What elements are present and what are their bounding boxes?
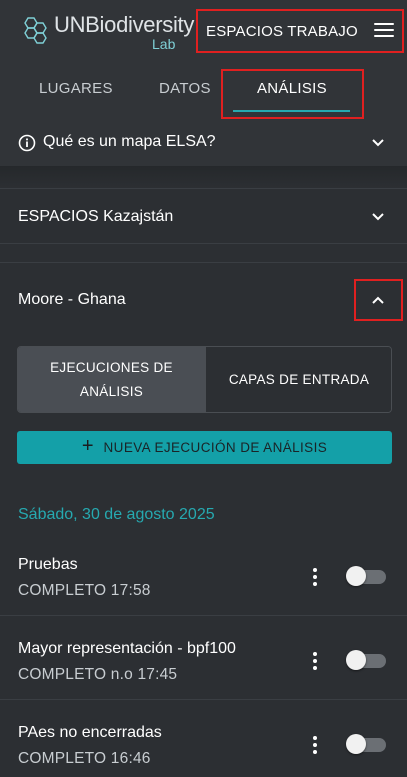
logo-molecule-icon	[24, 17, 47, 44]
run-name: PAes no encerradas	[18, 724, 162, 741]
run-name: Pruebas	[18, 556, 78, 573]
project-title: Moore - Ghana	[18, 291, 126, 308]
list-item[interactable]: Mayor representación - bpf100 COMPLETO n…	[0, 616, 407, 700]
new-analysis-run-button[interactable]: + NUEVA EJECUCIÓN DE ANÁLISIS	[17, 431, 392, 464]
tab-lugares[interactable]: LUGARES	[39, 80, 113, 97]
list-item[interactable]: Pruebas COMPLETO 17:58	[0, 532, 407, 616]
unbiodiversity-logo[interactable]: UNBiodiversity Lab	[18, 10, 198, 52]
active-tab-indicator	[233, 110, 350, 112]
more-options-icon[interactable]	[311, 736, 319, 754]
collapse-project-button[interactable]	[354, 279, 403, 321]
elsa-info-label: Qué es un mapa ELSA?	[43, 133, 216, 150]
project-panel: Moore - Ghana EJECUCIONES DE ANÁLISIS CA…	[0, 262, 407, 777]
run-visibility-toggle[interactable]	[346, 650, 388, 670]
run-status: COMPLETO n.o 17:45	[18, 666, 178, 683]
run-visibility-toggle[interactable]	[346, 566, 388, 586]
workspace-accordion-label: ESPACIOS Kazajstán	[18, 208, 174, 225]
chevron-up-icon	[372, 296, 384, 304]
toggle-knob	[346, 650, 366, 670]
run-status: COMPLETO 16:46	[18, 750, 151, 767]
plus-icon: +	[81, 434, 94, 457]
toggle-knob	[346, 734, 366, 754]
toggle-knob	[346, 566, 366, 586]
tab-datos[interactable]: DATOS	[159, 80, 211, 97]
date-heading: Sábado, 30 de agosto 2025	[18, 506, 215, 523]
chevron-down-icon[interactable]	[370, 209, 386, 225]
logo-name: UNBiodiversity	[54, 12, 195, 37]
workspace-accordion[interactable]: ESPACIOS Kazajstán	[0, 188, 407, 244]
view-segmented-control: EJECUCIONES DE ANÁLISIS CAPAS DE ENTRADA	[17, 346, 392, 413]
elsa-info-accordion[interactable]: Qué es un mapa ELSA?	[0, 120, 407, 166]
more-options-icon[interactable]	[311, 652, 319, 670]
logo-sub: Lab	[152, 36, 176, 52]
info-icon	[18, 134, 36, 152]
hamburger-menu-icon[interactable]	[374, 23, 394, 39]
app-header: UNBiodiversity Lab ESPACIOS TRABAJO	[0, 0, 407, 66]
list-item[interactable]: PAes no encerradas COMPLETO 16:46	[0, 700, 407, 777]
workspaces-button[interactable]: ESPACIOS TRABAJO	[196, 9, 404, 53]
main-tabs: LUGARES DATOS ANÁLISIS	[0, 66, 407, 120]
tab-analisis[interactable]: ANÁLISIS	[221, 69, 364, 119]
chevron-down-icon[interactable]	[370, 135, 386, 151]
run-visibility-toggle[interactable]	[346, 734, 388, 754]
section-divider	[0, 166, 407, 188]
run-status: COMPLETO 17:58	[18, 582, 151, 599]
run-name: Mayor representación - bpf100	[18, 640, 236, 657]
workspaces-label: ESPACIOS TRABAJO	[206, 22, 358, 40]
new-analysis-run-label: NUEVA EJECUCIÓN DE ANÁLISIS	[103, 440, 328, 455]
segment-analysis-runs[interactable]: EJECUCIONES DE ANÁLISIS	[18, 347, 205, 412]
segment-input-layers[interactable]: CAPAS DE ENTRADA	[205, 347, 391, 412]
tab-analisis-label: ANÁLISIS	[257, 80, 327, 97]
more-options-icon[interactable]	[311, 568, 319, 586]
